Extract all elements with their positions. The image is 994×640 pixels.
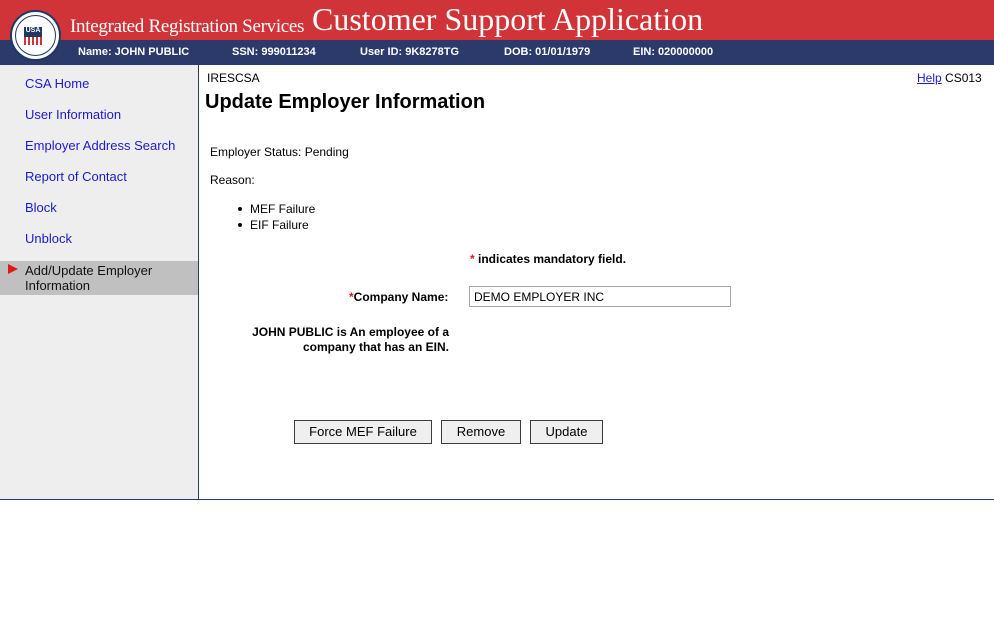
mandatory-note-text: indicates mandatory field. — [474, 252, 627, 266]
screen-code: CS013 — [945, 71, 982, 85]
info-user-id: User ID: 9K8278TG — [360, 46, 460, 58]
sidebar-item-report-of-contact[interactable]: Report of Contact — [25, 169, 127, 184]
sidebar-item-user-information[interactable]: User Information — [25, 107, 121, 122]
remove-button[interactable]: Remove — [441, 420, 521, 444]
sidebar-item-employer-address-search[interactable]: Employer Address Search — [25, 138, 175, 153]
reason-item: MEF Failure — [250, 202, 316, 216]
sidebar-item-unblock[interactable]: Unblock — [25, 231, 72, 246]
app-header: Integrated Registration Services Custome… — [0, 0, 994, 40]
app-code: IRESCSA — [207, 71, 260, 85]
active-arrow-icon — [8, 264, 18, 274]
employee-note: JOHN PUBLIC is An employee of a company … — [252, 325, 449, 354]
mandatory-note: * indicates mandatory field. — [470, 252, 626, 266]
employer-status: Employer Status: Pending — [210, 145, 349, 159]
force-mef-failure-button[interactable]: Force MEF Failure — [294, 420, 432, 444]
reason-label: Reason: — [210, 173, 255, 187]
info-ssn: SSN: 999011234 — [232, 46, 316, 58]
content-bottom-divider — [0, 499, 994, 500]
page-title: Update Employer Information — [205, 91, 486, 113]
app-subtitle: Integrated Registration Services — [70, 16, 305, 37]
company-name-label-text: Company Name: — [353, 290, 449, 304]
bullet-icon — [238, 207, 242, 211]
sidebar-item-label: Add/Update Employer Information — [25, 263, 153, 293]
update-button[interactable]: Update — [530, 420, 603, 444]
sidebar-item-add-update-employer[interactable]: Add/Update Employer Information — [0, 261, 198, 295]
company-name-input[interactable] — [469, 286, 731, 307]
info-name: Name: JOHN PUBLIC — [78, 46, 190, 58]
sidebar-nav: CSA Home User Information Employer Addre… — [0, 65, 199, 499]
info-dob: DOB: 01/01/1979 — [504, 46, 591, 58]
user-info-bar: Name: JOHN PUBLIC SSN: 999011234 User ID… — [0, 40, 994, 65]
bullet-icon — [238, 223, 242, 227]
reason-item: EIF Failure — [250, 218, 309, 232]
info-ein: EIN: 020000000 — [633, 46, 714, 58]
app-title: Customer Support Application — [312, 1, 704, 37]
sidebar-item-csa-home[interactable]: CSA Home — [25, 76, 89, 91]
help-link[interactable]: Help — [917, 71, 942, 85]
sidebar-item-block[interactable]: Block — [25, 200, 57, 215]
agency-seal-logo: USA — [10, 10, 61, 61]
seal-stripes — [24, 37, 42, 45]
company-name-label: *Company Name: — [349, 290, 448, 304]
